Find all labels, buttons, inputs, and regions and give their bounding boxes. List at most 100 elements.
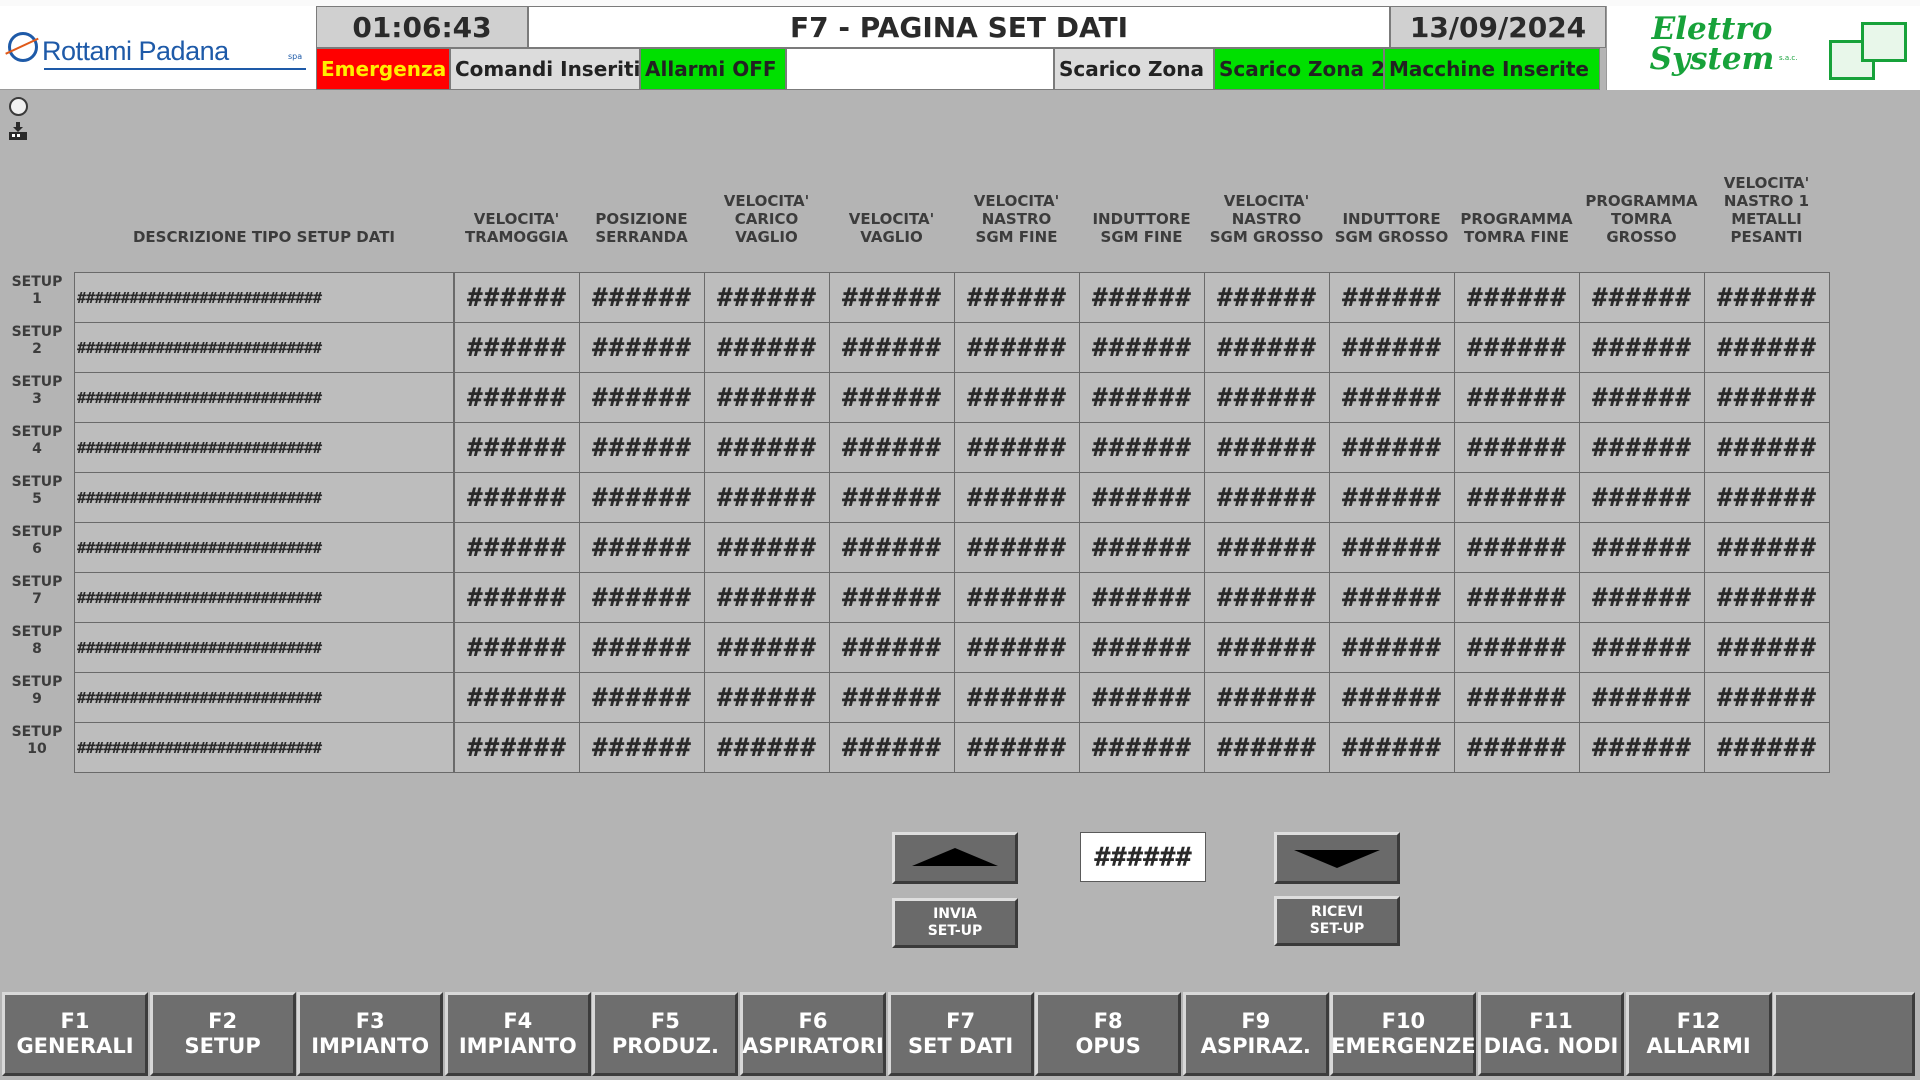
value-field[interactable]: ###### xyxy=(1579,422,1705,473)
description-field[interactable]: ############################ xyxy=(74,722,454,773)
fkey-f7[interactable]: F7 SET DATI xyxy=(887,992,1034,1076)
value-field[interactable]: ###### xyxy=(454,422,580,473)
value-field[interactable]: ###### xyxy=(1579,322,1705,373)
value-field[interactable]: ###### xyxy=(1204,622,1330,673)
value-field[interactable]: ###### xyxy=(1079,322,1205,373)
value-field[interactable]: ###### xyxy=(1704,722,1830,773)
value-field[interactable]: ###### xyxy=(454,622,580,673)
description-field[interactable]: ############################ xyxy=(74,372,454,423)
value-field[interactable]: ###### xyxy=(954,372,1080,423)
value-field[interactable]: ###### xyxy=(1454,422,1580,473)
value-field[interactable]: ###### xyxy=(1704,522,1830,573)
value-field[interactable]: ###### xyxy=(1579,522,1705,573)
value-field[interactable]: ###### xyxy=(454,372,580,423)
fkey-f6[interactable]: F6 ASPIRATORI xyxy=(740,992,886,1076)
value-field[interactable]: ###### xyxy=(829,422,955,473)
value-field[interactable]: ###### xyxy=(954,672,1080,723)
value-field[interactable]: ###### xyxy=(1079,672,1205,723)
value-field[interactable]: ###### xyxy=(1079,272,1205,323)
value-field[interactable]: ###### xyxy=(1579,622,1705,673)
radio-indicator-icon[interactable] xyxy=(9,97,28,116)
description-field[interactable]: ############################ xyxy=(74,522,454,573)
value-field[interactable]: ###### xyxy=(1329,522,1455,573)
value-field[interactable]: ###### xyxy=(1329,622,1455,673)
value-field[interactable]: ###### xyxy=(704,372,830,423)
value-field[interactable]: ###### xyxy=(1079,472,1205,523)
value-field[interactable]: ###### xyxy=(1329,272,1455,323)
value-field[interactable]: ###### xyxy=(829,372,955,423)
value-field[interactable]: ###### xyxy=(1329,572,1455,623)
value-field[interactable]: ###### xyxy=(1704,322,1830,373)
value-field[interactable]: ###### xyxy=(954,572,1080,623)
value-field[interactable]: ###### xyxy=(1204,722,1330,773)
value-field[interactable]: ###### xyxy=(1579,672,1705,723)
value-field[interactable]: ###### xyxy=(704,722,830,773)
value-field[interactable]: ###### xyxy=(579,672,705,723)
value-field[interactable]: ###### xyxy=(579,522,705,573)
value-field[interactable]: ###### xyxy=(829,622,955,673)
value-field[interactable]: ###### xyxy=(1204,572,1330,623)
value-field[interactable]: ###### xyxy=(829,672,955,723)
value-field[interactable]: ###### xyxy=(704,672,830,723)
description-field[interactable]: ############################ xyxy=(74,472,454,523)
value-field[interactable]: ###### xyxy=(1579,722,1705,773)
value-field[interactable]: ###### xyxy=(1704,472,1830,523)
value-field[interactable]: ###### xyxy=(704,522,830,573)
value-field[interactable]: ###### xyxy=(1704,672,1830,723)
value-field[interactable]: ###### xyxy=(1704,372,1830,423)
description-field[interactable]: ############################ xyxy=(74,322,454,373)
fkey-f5[interactable]: F5 PRODUZ. xyxy=(592,992,739,1076)
value-field[interactable]: ###### xyxy=(454,572,580,623)
value-field[interactable]: ###### xyxy=(1454,622,1580,673)
description-field[interactable]: ############################ xyxy=(74,572,454,623)
value-field[interactable]: ###### xyxy=(1454,322,1580,373)
fkey-f12[interactable]: F12 ALLARMI xyxy=(1625,992,1772,1076)
value-field[interactable]: ###### xyxy=(1204,322,1330,373)
value-field[interactable]: ###### xyxy=(1454,272,1580,323)
value-field[interactable]: ###### xyxy=(1204,672,1330,723)
value-field[interactable]: ###### xyxy=(1204,522,1330,573)
value-field[interactable]: ###### xyxy=(579,422,705,473)
fkey-f2[interactable]: F2 SETUP xyxy=(149,992,296,1076)
value-field[interactable]: ###### xyxy=(829,722,955,773)
value-field[interactable]: ###### xyxy=(1079,372,1205,423)
value-field[interactable]: ###### xyxy=(454,722,580,773)
value-field[interactable]: ###### xyxy=(579,372,705,423)
fkey-f9[interactable]: F9 ASPIRAZ. xyxy=(1182,992,1329,1076)
value-field[interactable]: ###### xyxy=(954,322,1080,373)
receive-setup-button[interactable]: RICEVI SET-UP xyxy=(1274,896,1400,946)
value-field[interactable]: ###### xyxy=(1329,472,1455,523)
value-field[interactable]: ###### xyxy=(829,522,955,573)
value-field[interactable]: ###### xyxy=(1329,372,1455,423)
value-field[interactable]: ###### xyxy=(1079,622,1205,673)
value-field[interactable]: ###### xyxy=(829,472,955,523)
value-field[interactable]: ###### xyxy=(954,722,1080,773)
value-field[interactable]: ###### xyxy=(1204,422,1330,473)
value-field[interactable]: ###### xyxy=(1079,722,1205,773)
value-field[interactable]: ###### xyxy=(1704,272,1830,323)
value-field[interactable]: ###### xyxy=(1579,472,1705,523)
value-field[interactable]: ###### xyxy=(954,272,1080,323)
description-field[interactable]: ############################ xyxy=(74,422,454,473)
value-field[interactable]: ###### xyxy=(1204,372,1330,423)
value-field[interactable]: ###### xyxy=(579,322,705,373)
value-field[interactable]: ###### xyxy=(704,422,830,473)
value-field[interactable]: ###### xyxy=(1454,372,1580,423)
description-field[interactable]: ############################ xyxy=(74,672,454,723)
download-icon[interactable] xyxy=(9,122,27,140)
value-field[interactable]: ###### xyxy=(1704,622,1830,673)
value-field[interactable]: ###### xyxy=(829,322,955,373)
value-field[interactable]: ###### xyxy=(1454,472,1580,523)
value-field[interactable]: ###### xyxy=(704,272,830,323)
fkey-blank[interactable] xyxy=(1773,992,1916,1076)
fkey-f11[interactable]: F11 DIAG. NODI xyxy=(1478,992,1624,1076)
value-field[interactable]: ###### xyxy=(829,572,955,623)
fkey-f10[interactable]: F10 EMERGENZE xyxy=(1330,992,1477,1076)
fkey-f8[interactable]: F8 OPUS xyxy=(1035,992,1182,1076)
value-field[interactable]: ###### xyxy=(1079,522,1205,573)
value-field[interactable]: ###### xyxy=(1329,672,1455,723)
value-field[interactable]: ###### xyxy=(829,272,955,323)
value-field[interactable]: ###### xyxy=(579,572,705,623)
value-field[interactable]: ###### xyxy=(1579,572,1705,623)
value-field[interactable]: ###### xyxy=(1704,572,1830,623)
